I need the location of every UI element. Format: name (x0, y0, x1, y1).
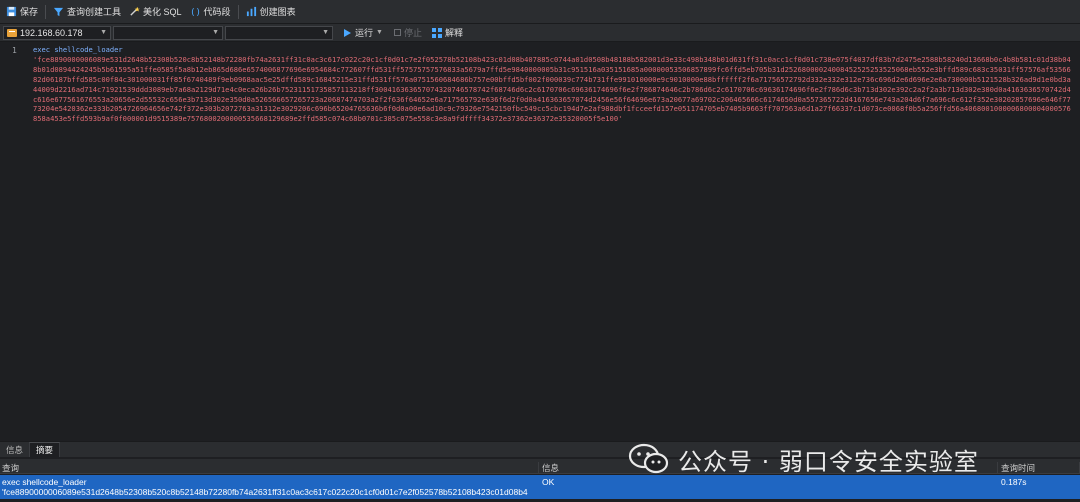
line-number: 1 (12, 46, 17, 55)
connection-host: 192.168.60.178 (20, 27, 83, 38)
explain-icon (431, 27, 442, 38)
run-label: 运行 (355, 28, 374, 38)
code-area[interactable]: exec shellcode_loader 'fce8890000006089e… (33, 45, 1073, 124)
database-select[interactable]: ▼ (113, 25, 223, 40)
cell-time: 0.187s (1001, 477, 1027, 487)
chevron-down-icon[interactable]: ▼ (376, 29, 383, 36)
save-button[interactable]: 保存 (2, 2, 42, 22)
save-label: 保存 (20, 7, 39, 17)
chevron-down-icon: ▼ (100, 29, 107, 36)
database-connection-icon (7, 28, 17, 37)
code-snippet-icon: () (190, 7, 201, 17)
wechat-watermark: 公众号 · 弱口令安全实验室 (628, 441, 979, 477)
chevron-down-icon: ▼ (212, 29, 219, 36)
main-toolbar: 保存 查询创建工具 美化 SQL () 代码段 创建图表 (0, 0, 1080, 24)
code-snippet-button[interactable]: () 代码段 (186, 2, 235, 22)
magic-wand-icon (130, 6, 141, 16)
connection-select[interactable]: 192.168.60.178 ▼ (3, 25, 111, 40)
play-icon (344, 28, 351, 37)
explain-button[interactable]: 解释 (431, 26, 463, 39)
code-snippet-label: 代码段 (203, 7, 231, 17)
shellcode-string-literal: 'fce8890000006089e531d2648b52308b520c8b5… (33, 54, 1071, 124)
cell-info: OK (542, 477, 555, 487)
watermark-text: 公众号 · 弱口令安全实验室 (678, 447, 979, 476)
chevron-down-icon: ▼ (322, 29, 329, 36)
toolbar-divider (45, 4, 47, 19)
explain-label: 解释 (444, 28, 463, 38)
tab-summary-label: 摘要 (36, 445, 54, 455)
run-button[interactable]: 运行 ▼ (341, 26, 386, 39)
table-row[interactable]: exec shellcode_loader 'fce8890000006089e… (0, 475, 1080, 499)
save-icon (6, 6, 17, 17)
tab-info-label: 信息 (6, 444, 24, 455)
sql-editor[interactable]: 1 exec shellcode_loader 'fce889000000608… (0, 43, 1080, 440)
query-builder-icon (53, 7, 64, 17)
wechat-logo-icon (628, 443, 669, 474)
cell-query-line1: exec shellcode_loader (2, 477, 87, 487)
beautify-sql-button[interactable]: 美化 SQL (125, 2, 186, 22)
beautify-sql-label: 美化 SQL (143, 7, 182, 17)
create-chart-label: 创建图表 (259, 7, 296, 17)
line-number-gutter: 1 (0, 43, 28, 440)
schema-select[interactable]: ▼ (225, 25, 333, 40)
stop-icon (393, 29, 401, 36)
stop-button[interactable]: 停止 (393, 26, 422, 39)
column-header-time[interactable]: 查询时间 (999, 462, 1080, 474)
cell-query-line2: 'fce8890000006089e531d2648b52308b520c8b5… (2, 487, 528, 497)
query-builder-label: 查询创建工具 (67, 7, 122, 17)
tab-summary[interactable]: 摘要 (29, 442, 61, 457)
column-header-query[interactable]: 查询 (0, 462, 539, 474)
tab-info[interactable]: 信息 (0, 442, 29, 457)
connection-bar: 192.168.60.178 ▼ ▼ ▼ 运行 ▼ 停止 解释 (0, 24, 1080, 42)
cell-query: exec shellcode_loader 'fce8890000006089e… (0, 477, 539, 499)
query-builder-button[interactable]: 查询创建工具 (49, 2, 125, 22)
sql-statement: exec shellcode_loader (33, 45, 123, 54)
toolbar-divider (237, 4, 239, 19)
create-chart-button[interactable]: 创建图表 (242, 2, 300, 22)
chart-icon (246, 6, 256, 17)
svg-text:(): () (190, 7, 201, 17)
stop-label: 停止 (403, 28, 422, 38)
